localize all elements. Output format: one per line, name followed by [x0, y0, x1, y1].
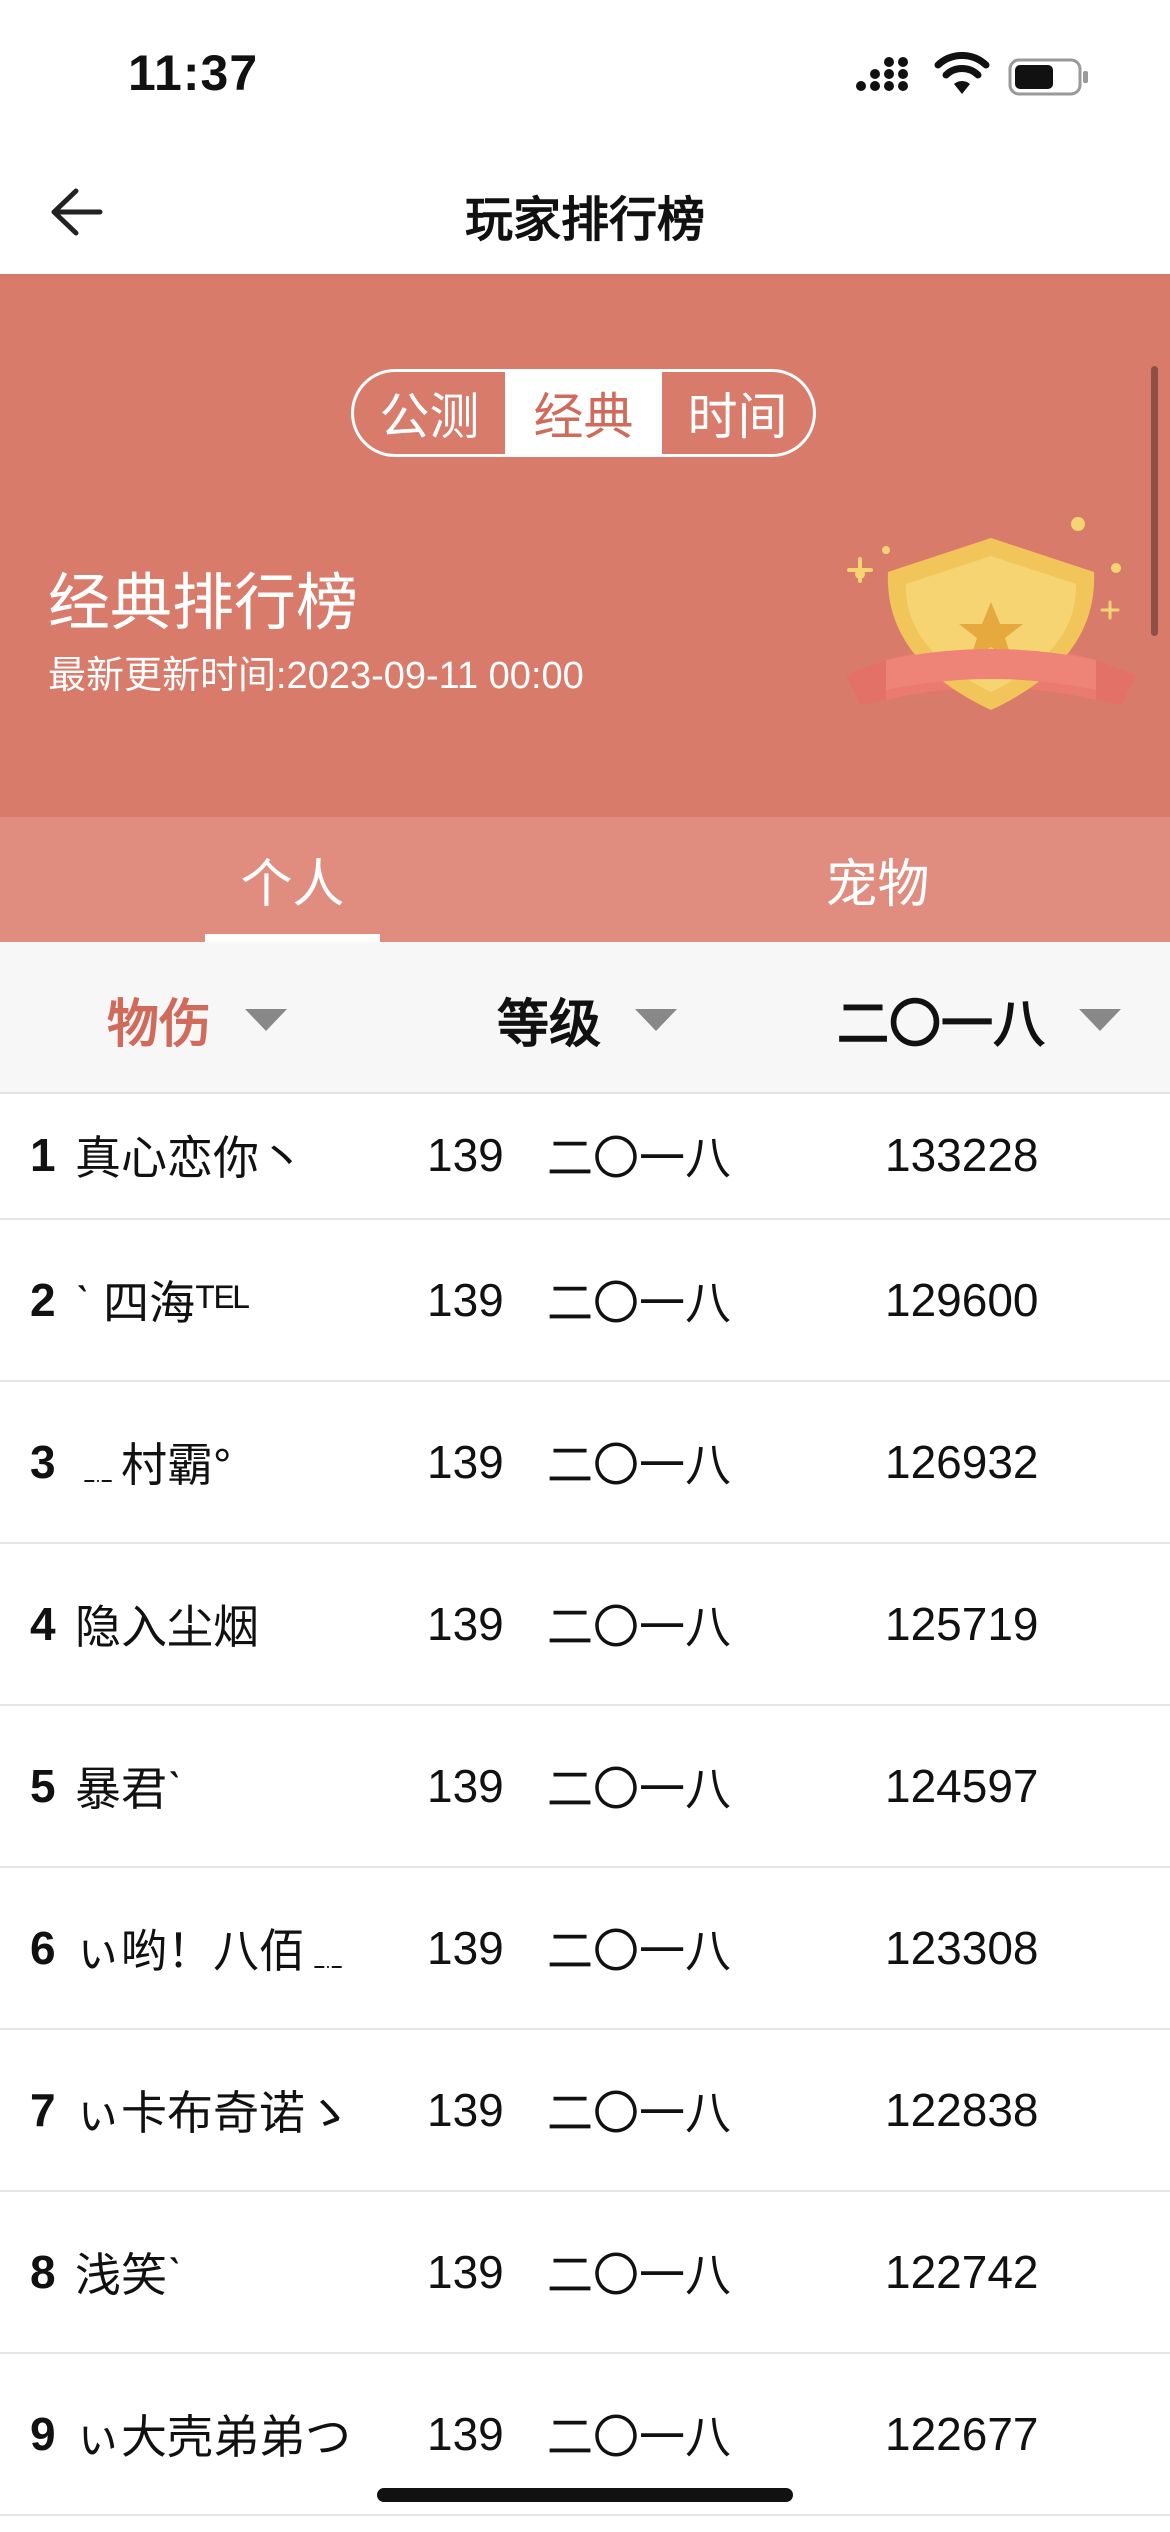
level: 139	[427, 1922, 504, 1974]
server: 二〇一八	[547, 2411, 731, 2463]
scroll-indicator[interactable]	[1151, 366, 1158, 636]
tab-personal[interactable]: 个人	[0, 817, 585, 942]
home-indicator[interactable]	[377, 2488, 793, 2502]
dropdown-caret-icon	[1079, 1008, 1122, 1031]
table-row[interactable]: 4 隐入尘烟 139 二〇一八 125719	[0, 1544, 1170, 1706]
table-row[interactable]: 7 ぃ卡布奇诺ゝ 139 二〇一八 122838	[0, 2030, 1170, 2192]
rank: 8	[30, 2246, 56, 2298]
server: 二〇一八	[547, 1925, 731, 1977]
sort-physical-damage[interactable]: 物伤	[107, 982, 288, 1057]
rank: 3	[30, 1436, 56, 1488]
level: 139	[427, 1760, 504, 1812]
table-row[interactable]: 3 ﹎村霸° 139 二〇一八 126932	[0, 1382, 1170, 1544]
banner-title: 经典排行榜	[48, 569, 359, 638]
table-row[interactable]: 8 浅笑ˋ 139 二〇一八 122742	[0, 2192, 1170, 2354]
server: 二〇一八	[547, 1439, 731, 1491]
player-name: ぃ大壳弟弟つ	[75, 2411, 351, 2463]
player-name: 隐入尘烟	[75, 1601, 259, 1653]
wifi-icon	[934, 52, 990, 94]
battery-icon	[1008, 58, 1088, 96]
sort-server[interactable]: 二〇一八	[837, 982, 1122, 1057]
server: 二〇一八	[547, 2087, 731, 2139]
level: 139	[427, 2246, 504, 2298]
table-row[interactable]: 6 ぃ哟！八佰﹎ 139 二〇一八 123308	[0, 1868, 1170, 2030]
table-row[interactable]: 5 暴君ˋ 139 二〇一八 124597	[0, 1706, 1170, 1868]
player-name: ぃ哟！八佰﹎	[75, 1925, 351, 1977]
player-name: ˋ 四海ᵀᴱᴸ	[75, 1277, 251, 1329]
column-level-label: 等级	[497, 996, 602, 1054]
server: 二〇一八	[547, 2249, 731, 2301]
segment-public-test[interactable]: 公测	[354, 372, 505, 454]
leaderboard-banner: 公测 经典 时间 经典排行榜 最新更新时间:2023-09-11 00:00	[0, 274, 1170, 817]
column-physical-damage-label: 物伤	[107, 996, 212, 1054]
navigation-bar: 玩家排行榜	[0, 150, 1170, 276]
ranking-type-segmented-control: 公测 经典 时间	[351, 369, 816, 457]
score: 126932	[885, 1436, 1039, 1488]
status-bar: 11:37	[0, 0, 1170, 150]
player-name: ぃ卡布奇诺ゝ	[75, 2087, 351, 2139]
level: 139	[427, 1274, 504, 1326]
rank: 5	[30, 1760, 56, 1812]
player-name: 真心恋你丶	[75, 1132, 305, 1184]
category-tabs: 个人 宠物	[0, 817, 1170, 942]
score: 122838	[885, 2084, 1039, 2136]
segment-classic[interactable]: 经典	[505, 372, 659, 454]
level: 139	[427, 1129, 504, 1181]
player-name: 暴君ˋ	[75, 1763, 183, 1815]
score: 125719	[885, 1598, 1039, 1650]
level: 139	[427, 1436, 504, 1488]
leaderboard-list: 1 真心恋你丶 139 二〇一八 133228 2 ˋ 四海ᵀᴱᴸ 139 二〇…	[0, 1092, 1170, 2516]
rank: 4	[30, 1598, 56, 1650]
score: 124597	[885, 1760, 1039, 1812]
tab-pet[interactable]: 宠物	[585, 817, 1170, 942]
score: 123308	[885, 1922, 1039, 1974]
score: 133228	[885, 1129, 1039, 1181]
level: 139	[427, 2084, 504, 2136]
server: 二〇一八	[547, 1277, 731, 1329]
player-name: ﹎村霸°	[75, 1439, 232, 1491]
rank: 9	[30, 2408, 56, 2460]
score: 122742	[885, 2246, 1039, 2298]
column-header: 物伤 等级 二〇一八	[0, 942, 1170, 1094]
column-server-label: 二〇一八	[837, 996, 1046, 1054]
server: 二〇一八	[547, 1763, 731, 1815]
rank: 1	[30, 1129, 56, 1181]
tab-pet-label: 宠物	[825, 856, 930, 914]
dropdown-caret-icon	[635, 1008, 678, 1031]
update-time: 最新更新时间:2023-09-11 00:00	[48, 655, 584, 697]
player-name: 浅笑ˋ	[75, 2249, 183, 2301]
segment-time[interactable]: 时间	[659, 372, 813, 454]
trophy-badge-icon	[846, 517, 1136, 710]
rank: 6	[30, 1922, 56, 1974]
page-title: 玩家排行榜	[464, 194, 705, 247]
rank: 7	[30, 2084, 56, 2136]
server: 二〇一八	[547, 1132, 731, 1184]
level: 139	[427, 2408, 504, 2460]
table-row[interactable]: 1 真心恋你丶 139 二〇一八 133228	[0, 1092, 1170, 1220]
table-row[interactable]: 2 ˋ 四海ᵀᴱᴸ 139 二〇一八 129600	[0, 1220, 1170, 1382]
score: 122677	[885, 2408, 1039, 2460]
status-time: 11:37	[128, 45, 259, 101]
cellular-signal-icon	[856, 57, 908, 91]
sort-level[interactable]: 等级	[497, 982, 678, 1057]
tab-personal-label: 个人	[240, 856, 345, 914]
dropdown-caret-icon	[245, 1008, 288, 1031]
level: 139	[427, 1598, 504, 1650]
rank: 2	[30, 1274, 56, 1326]
server: 二〇一八	[547, 1601, 731, 1653]
score: 129600	[885, 1274, 1039, 1326]
active-tab-indicator	[205, 934, 380, 942]
